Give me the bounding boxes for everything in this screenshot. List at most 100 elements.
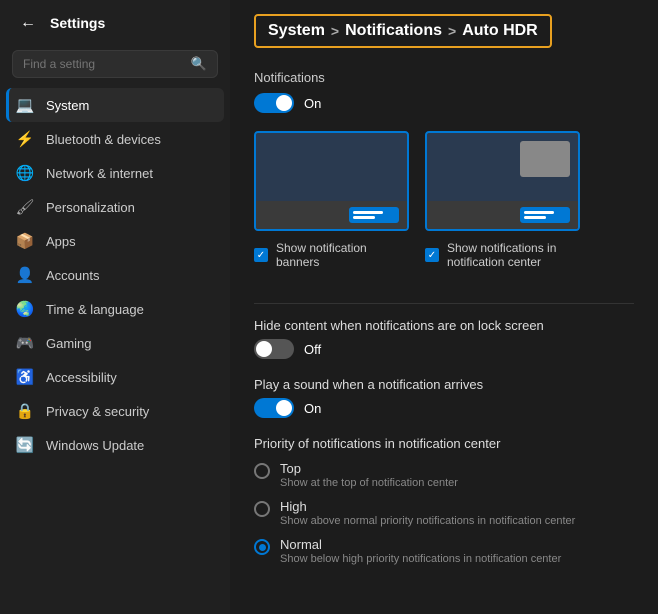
notifications-section-title: Notifications — [254, 70, 634, 85]
sidebar-title: Settings — [50, 15, 105, 31]
sidebar-item-label: Time & language — [46, 302, 144, 317]
sidebar-item-accessibility[interactable]: ♿ Accessibility — [6, 360, 224, 394]
breadcrumb: System > Notifications > Auto HDR — [254, 14, 552, 48]
priority-group: Priority of notifications in notificatio… — [254, 436, 634, 569]
time-icon: 🌏 — [16, 300, 34, 318]
sidebar-item-time[interactable]: 🌏 Time & language — [6, 292, 224, 326]
sidebar-item-bluetooth[interactable]: ⚡ Bluetooth & devices — [6, 122, 224, 156]
search-input[interactable] — [23, 57, 185, 71]
sidebar-item-label: Bluetooth & devices — [46, 132, 161, 147]
sidebar-item-apps[interactable]: 📦 Apps — [6, 224, 224, 258]
radio-top[interactable]: Top Show at the top of notification cent… — [254, 457, 634, 493]
radio-normal-text: Normal Show below high priority notifica… — [280, 537, 561, 565]
radio-normal-title: Normal — [280, 537, 561, 552]
bluetooth-icon: ⚡ — [16, 130, 34, 148]
radio-normal-desc: Show below high priority notifications i… — [280, 553, 561, 565]
sidebar-item-label: Privacy & security — [46, 404, 149, 419]
radio-top-desc: Show at the top of notification center — [280, 477, 458, 489]
lock-screen-toggle[interactable] — [254, 339, 294, 359]
sound-label: Play a sound when a notification arrives — [254, 377, 634, 392]
sidebar-item-label: System — [46, 98, 89, 113]
apps-icon: 📦 — [16, 232, 34, 250]
privacy-icon: 🔒 — [16, 402, 34, 420]
radio-top-outer — [254, 463, 270, 479]
radio-normal-outer — [254, 539, 270, 555]
sidebar-item-label: Apps — [46, 234, 76, 249]
sidebar-item-label: Accounts — [46, 268, 99, 283]
lock-screen-toggle-row: Off — [254, 339, 634, 359]
lock-screen-group: Hide content when notifications are on l… — [254, 318, 634, 359]
notif-line-2 — [353, 216, 375, 219]
personalization-icon: 🖌 — [16, 198, 34, 216]
nav-list: 💻 System ⚡ Bluetooth & devices 🌐 Network… — [0, 88, 230, 614]
notification-previews — [254, 131, 634, 231]
notif-center-lines — [524, 211, 554, 219]
sidebar: ← Settings 🔍 💻 System ⚡ Bluetooth & devi… — [0, 0, 230, 614]
sidebar-item-windows-update[interactable]: 🔄 Windows Update — [6, 428, 224, 462]
notifications-toggle-label: On — [304, 96, 321, 111]
search-icon: 🔍 — [191, 56, 207, 72]
banner-notif-icon — [349, 207, 399, 223]
system-icon: 💻 — [16, 96, 34, 114]
banners-checkbox[interactable]: ✓ — [254, 248, 268, 262]
windows-update-icon: 🔄 — [16, 436, 34, 454]
back-button[interactable]: ← — [16, 12, 40, 34]
sidebar-item-privacy[interactable]: 🔒 Privacy & security — [6, 394, 224, 428]
radio-high-text: High Show above normal priority notifica… — [280, 499, 575, 527]
sound-knob — [276, 400, 292, 416]
radio-normal-inner — [259, 544, 266, 551]
radio-top-title: Top — [280, 461, 458, 476]
check-icon: ✓ — [257, 250, 265, 261]
lock-screen-toggle-label: Off — [304, 342, 321, 357]
sidebar-item-network[interactable]: 🌐 Network & internet — [6, 156, 224, 190]
sidebar-item-label: Network & internet — [46, 166, 153, 181]
sound-toggle-label: On — [304, 401, 321, 416]
banners-label: Show notification banners — [276, 241, 409, 269]
breadcrumb-auto-hdr: Auto HDR — [462, 22, 538, 40]
sound-toggle[interactable] — [254, 398, 294, 418]
notif-center-line-2 — [524, 216, 546, 219]
sound-toggle-row: On — [254, 398, 634, 418]
notifications-toggle-knob — [276, 95, 292, 111]
notifications-toggle[interactable] — [254, 93, 294, 113]
radio-top-text: Top Show at the top of notification cent… — [280, 461, 458, 489]
breadcrumb-notifications: Notifications — [345, 22, 442, 40]
sidebar-item-accounts[interactable]: 👤 Accounts — [6, 258, 224, 292]
notif-line-1 — [353, 211, 383, 214]
sidebar-item-label: Accessibility — [46, 370, 117, 385]
lock-screen-knob — [256, 341, 272, 357]
notif-center-icon — [520, 207, 570, 223]
accounts-icon: 👤 — [16, 266, 34, 284]
radio-group: Top Show at the top of notification cent… — [254, 457, 634, 569]
sidebar-item-personalization[interactable]: 🖌 Personalization — [6, 190, 224, 224]
sidebar-item-system[interactable]: 💻 System — [6, 88, 224, 122]
banners-checkbox-row: ✓ Show notification banners — [254, 241, 409, 269]
checkbox-row-group: ✓ Show notification banners ✓ Show notif… — [254, 241, 634, 285]
breadcrumb-sep-2: > — [448, 23, 456, 39]
sidebar-item-gaming[interactable]: 🎮 Gaming — [6, 326, 224, 360]
priority-label: Priority of notifications in notificatio… — [254, 436, 634, 451]
lock-screen-label: Hide content when notifications are on l… — [254, 318, 634, 333]
banner-preview — [254, 131, 409, 231]
breadcrumb-sep-1: > — [331, 23, 339, 39]
radio-high-desc: Show above normal priority notifications… — [280, 515, 575, 527]
sidebar-item-label: Gaming — [46, 336, 92, 351]
sound-group: Play a sound when a notification arrives… — [254, 377, 634, 418]
gaming-icon: 🎮 — [16, 334, 34, 352]
notif-center-preview-bar — [427, 201, 578, 229]
check-icon-2: ✓ — [428, 250, 436, 261]
radio-normal[interactable]: Normal Show below high priority notifica… — [254, 533, 634, 569]
notif-center-checkbox[interactable]: ✓ — [425, 248, 439, 262]
notif-center-label: Show notifications in notification cente… — [447, 241, 580, 269]
sidebar-item-label: Personalization — [46, 200, 135, 215]
notif-center-checkbox-row: ✓ Show notifications in notification cen… — [425, 241, 580, 269]
search-box[interactable]: 🔍 — [12, 50, 218, 78]
main-content: System > Notifications > Auto HDR Notifi… — [230, 0, 658, 614]
sidebar-item-label: Windows Update — [46, 438, 144, 453]
banner-preview-bar — [256, 201, 407, 229]
notifications-toggle-row: On — [254, 93, 634, 113]
notification-center-preview — [425, 131, 580, 231]
radio-high-title: High — [280, 499, 575, 514]
radio-high-outer — [254, 501, 270, 517]
radio-high[interactable]: High Show above normal priority notifica… — [254, 495, 634, 531]
